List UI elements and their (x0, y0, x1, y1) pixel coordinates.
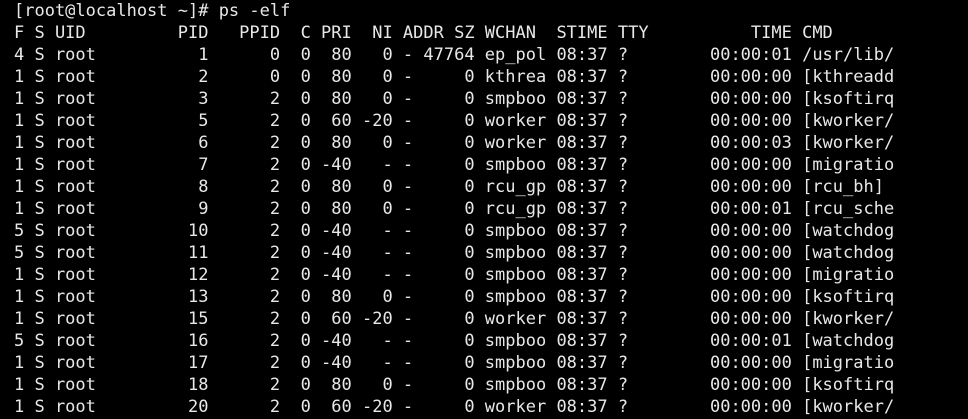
column-header-line: F S UID PID PPID C PRI NI ADDR SZ WCHAN … (14, 23, 833, 43)
right-edge-mask (962, 0, 968, 419)
process-row: 4 S root 1 0 0 80 0 - 47764 ep_pol 08:37… (14, 45, 895, 65)
prompt-line: [root@localhost ~]# ps -elf (14, 1, 291, 21)
process-row: 1 S root 6 2 0 80 0 - 0 worker 08:37 ? 0… (14, 133, 895, 153)
process-row: 1 S root 5 2 0 60 -20 - 0 worker 08:37 ?… (14, 111, 895, 131)
process-row: 1 S root 15 2 0 60 -20 - 0 worker 08:37 … (14, 309, 895, 329)
process-row: 1 S root 8 2 0 80 0 - 0 rcu_gp 08:37 ? 0… (14, 177, 884, 197)
process-row: 1 S root 7 2 0 -40 - - 0 smpboo 08:37 ? … (14, 155, 895, 175)
process-row: 1 S root 17 2 0 -40 - - 0 smpboo 08:37 ?… (14, 353, 895, 373)
process-row: 1 S root 18 2 0 80 0 - 0 smpboo 08:37 ? … (14, 375, 895, 395)
process-row: 5 S root 16 2 0 -40 - - 0 smpboo 08:37 ?… (14, 331, 895, 351)
process-row: 1 S root 3 2 0 80 0 - 0 smpboo 08:37 ? 0… (14, 89, 895, 109)
process-row: 1 S root 2 0 0 80 0 - 0 kthrea 08:37 ? 0… (14, 67, 895, 87)
process-row: 1 S root 20 2 0 60 -20 - 0 worker 08:37 … (14, 397, 895, 417)
process-row: 1 S root 13 2 0 80 0 - 0 smpboo 08:37 ? … (14, 287, 895, 307)
process-row: 5 S root 11 2 0 -40 - - 0 smpboo 08:37 ?… (14, 243, 895, 263)
process-row: 5 S root 10 2 0 -40 - - 0 smpboo 08:37 ?… (14, 221, 895, 241)
process-row: 1 S root 12 2 0 -40 - - 0 smpboo 08:37 ?… (14, 265, 895, 285)
process-row: 1 S root 9 2 0 80 0 - 0 rcu_gp 08:37 ? 0… (14, 199, 895, 219)
terminal-window[interactable]: [root@localhost ~]# ps -elf F S UID PID … (0, 0, 968, 419)
